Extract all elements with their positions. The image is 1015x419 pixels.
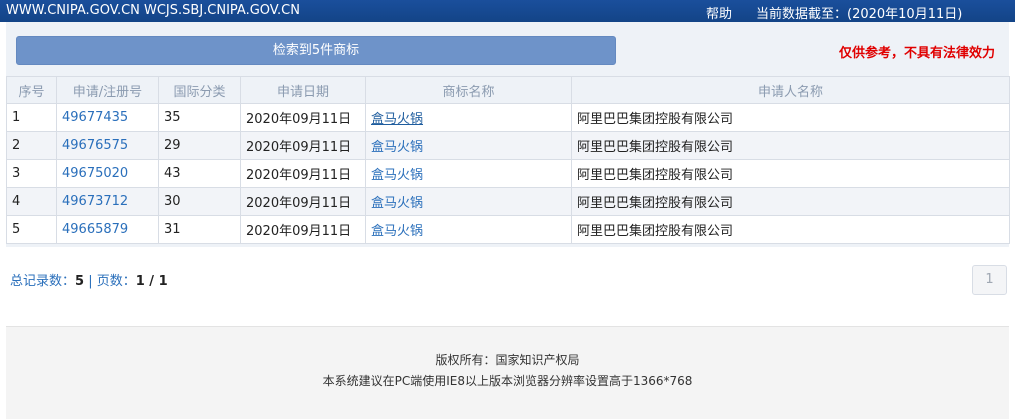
header-index: 序号 (6, 76, 57, 104)
cell-class: 30 (158, 187, 241, 216)
footer: 版权所有：国家知识产权局 本系统建议在PC端使用IE8以上版本浏览器分辨率设置高… (6, 326, 1009, 419)
cell-index: 1 (6, 103, 57, 132)
browser-suggestion-text: 本系统建议在PC端使用IE8以上版本浏览器分辨率设置高于1366*768 (322, 374, 693, 388)
page-1-button[interactable]: 1 (972, 265, 1007, 295)
reg-number-link[interactable]: 49673712 (56, 187, 159, 216)
cell-class: 31 (158, 215, 241, 244)
trademark-link[interactable]: 盒马火锅 (371, 196, 423, 211)
cell-index: 5 (6, 215, 57, 244)
table-row: 5 49665879 31 2020年09月11日 盒马火锅 阿里巴巴集团控股有… (6, 215, 1010, 244)
cell-applicant: 阿里巴巴集团控股有限公司 (571, 187, 1010, 216)
summary-separator: | (84, 274, 97, 289)
table-row: 4 49673712 30 2020年09月11日 盒马火锅 阿里巴巴集团控股有… (6, 187, 1010, 216)
top-bar: WWW.CNIPA.GOV.CN WCJS.SBJ.CNIPA.GOV.CN 帮… (0, 0, 1015, 22)
cell-date: 2020年09月11日 (240, 187, 366, 216)
header-date: 申请日期 (240, 76, 366, 104)
cell-date: 2020年09月11日 (240, 131, 366, 160)
trademark-link[interactable]: 盒马火锅 (371, 224, 423, 239)
page-count-value: 1 / 1 (135, 274, 168, 289)
cell-index: 3 (6, 159, 57, 188)
header-trademark-name: 商标名称 (365, 76, 572, 104)
trademark-link[interactable]: 盒马火锅 (371, 140, 423, 155)
help-link[interactable]: 帮助 (706, 3, 732, 22)
disclaimer-text: 仅供参考，不具有法律效力 (838, 46, 995, 61)
reg-number-link[interactable]: 49677435 (56, 103, 159, 132)
cell-trademark: 盒马火锅 (365, 215, 572, 244)
table-header-row: 序号 申请/注册号 国际分类 申请日期 商标名称 申请人名称 (6, 76, 1010, 104)
cell-trademark: 盒马火锅 (365, 159, 572, 188)
reg-number-link[interactable]: 49676575 (56, 131, 159, 160)
site-urls: WWW.CNIPA.GOV.CN WCJS.SBJ.CNIPA.GOV.CN (6, 3, 300, 18)
copyright-text: 版权所有：国家知识产权局 (435, 353, 580, 367)
trademark-link[interactable]: 盒马火锅 (371, 168, 423, 183)
table-row: 3 49675020 43 2020年09月11日 盒马火锅 阿里巴巴集团控股有… (6, 159, 1010, 188)
cell-index: 4 (6, 187, 57, 216)
cell-applicant: 阿里巴巴集团控股有限公司 (571, 215, 1010, 244)
record-summary: 总记录数：5 | 页数：1 / 1 (10, 270, 168, 289)
cell-class: 35 (158, 103, 241, 132)
cell-applicant: 阿里巴巴集团控股有限公司 (571, 131, 1010, 160)
cell-applicant: 阿里巴巴集团控股有限公司 (571, 103, 1010, 132)
header-applicant: 申请人名称 (571, 76, 1010, 104)
trademark-link[interactable]: 盒马火锅 (371, 112, 423, 127)
data-date-text: 当前数据截至：(2020年10月11日) (756, 7, 963, 22)
table-row: 1 49677435 35 2020年09月11日 盒马火锅 阿里巴巴集团控股有… (6, 103, 1010, 132)
cell-date: 2020年09月11日 (240, 215, 366, 244)
cell-class: 43 (158, 159, 241, 188)
cell-date: 2020年09月11日 (240, 103, 366, 132)
reg-number-link[interactable]: 49675020 (56, 159, 159, 188)
header-class: 国际分类 (158, 76, 241, 104)
cell-index: 2 (6, 131, 57, 160)
header-reg-number: 申请/注册号 (56, 76, 159, 104)
cell-date: 2020年09月11日 (240, 159, 366, 188)
cell-class: 29 (158, 131, 241, 160)
cell-trademark: 盒马火锅 (365, 103, 572, 132)
total-records-value: 5 (75, 274, 85, 289)
results-table: 序号 申请/注册号 国际分类 申请日期 商标名称 申请人名称 1 4967743… (6, 76, 1010, 244)
total-records-label: 总记录数： (10, 274, 76, 289)
reg-number-link[interactable]: 49665879 (56, 215, 159, 244)
result-panel: 检索到5件商标 仅供参考，不具有法律效力 序号 申请/注册号 国际分类 申请日期… (6, 22, 1010, 247)
page-count-label: 页数： (96, 274, 136, 289)
table-row: 2 49676575 29 2020年09月11日 盒马火锅 阿里巴巴集团控股有… (6, 131, 1010, 160)
cell-applicant: 阿里巴巴集团控股有限公司 (571, 159, 1010, 188)
search-result-button[interactable]: 检索到5件商标 (16, 36, 616, 65)
cell-trademark: 盒马火锅 (365, 187, 572, 216)
cell-trademark: 盒马火锅 (365, 131, 572, 160)
